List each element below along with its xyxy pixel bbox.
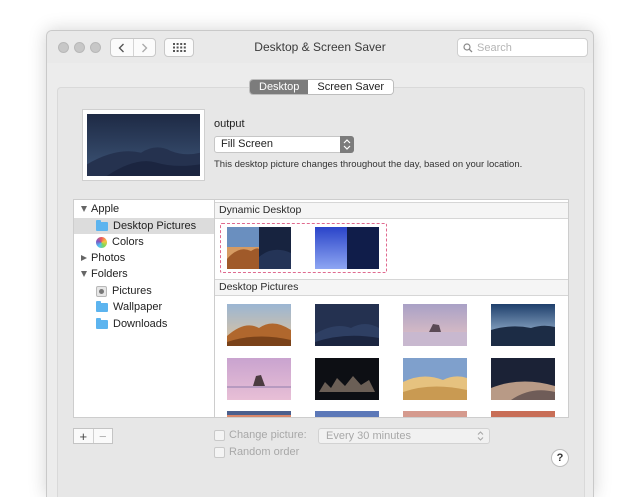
sidebar-item-downloads[interactable]: Downloads <box>74 316 214 332</box>
thumbnail-mojave-dynamic[interactable] <box>227 227 291 269</box>
thumbnail-sand-dunes[interactable] <box>403 358 467 400</box>
sidebar-item-apple[interactable]: Apple <box>74 201 214 217</box>
search-field[interactable] <box>457 38 588 57</box>
remove-folder-button[interactable]: − <box>92 429 113 443</box>
sidebar-item-label: Folders <box>91 268 128 280</box>
display-name: output <box>214 118 245 130</box>
picture-browser: Dynamic Desktop Desktop Pictures <box>214 199 569 418</box>
disclosure-down-icon[interactable] <box>81 271 87 277</box>
updown-chevron-icon <box>477 431 484 441</box>
thumbnail-night-rocks[interactable] <box>315 358 379 400</box>
thumbnail-solar-gradients[interactable] <box>315 227 379 269</box>
dynamic-description: This desktop picture changes throughout … <box>214 159 523 170</box>
search-input[interactable] <box>477 41 577 54</box>
sidebar-item-photos[interactable]: Photos <box>74 250 214 266</box>
thumbnail-sunset-1[interactable] <box>227 411 291 417</box>
sidebar-item-colors[interactable]: Colors <box>74 234 214 250</box>
checkbox-icon <box>214 446 225 458</box>
tab-screen-saver[interactable]: Screen Saver <box>308 80 394 94</box>
sidebar-item-label: Apple <box>91 203 120 215</box>
desktop-preview <box>82 109 205 181</box>
help-button[interactable]: ? <box>551 449 569 467</box>
fill-mode-value: Fill Screen <box>221 138 273 150</box>
tab-control: Desktop Screen Saver <box>249 79 395 95</box>
interval-select[interactable]: Every 30 minutes <box>318 428 490 444</box>
change-picture-checkbox[interactable]: Change picture: <box>214 429 307 441</box>
thumbnail-pink-lake-rock[interactable] <box>227 358 291 400</box>
thumbnail-blue-hills[interactable] <box>491 304 555 346</box>
sidebar-item-label: Colors <box>112 236 144 248</box>
select-stepper-icon <box>340 136 354 153</box>
sidebar-item-pictures[interactable]: Pictures <box>74 283 214 299</box>
thumbnail-dark-dunes[interactable] <box>491 358 555 400</box>
preferences-window: Desktop & Screen Saver Desktop Screen Sa… <box>46 30 594 497</box>
camera-icon <box>96 285 107 297</box>
add-folder-button[interactable]: + <box>74 429 93 443</box>
source-list: Apple Desktop Pictures Colors Photos Fol… <box>73 199 215 418</box>
disclosure-right-icon[interactable] <box>81 255 87 261</box>
sidebar-item-label: Downloads <box>113 318 168 330</box>
color-wheel-icon <box>96 236 107 248</box>
folder-icon <box>96 317 108 329</box>
add-remove-control: + − <box>73 428 113 444</box>
thumbnail-sunset-4[interactable] <box>491 411 555 417</box>
thumbnail-rock-lake[interactable] <box>403 304 467 346</box>
interval-value: Every 30 minutes <box>326 430 411 442</box>
search-icon <box>463 42 473 52</box>
disclosure-down-icon[interactable] <box>81 206 87 212</box>
change-picture-label: Change picture: <box>229 429 307 441</box>
fill-mode-select[interactable]: Fill Screen <box>214 136 354 153</box>
random-order-label: Random order <box>229 446 300 458</box>
random-order-checkbox[interactable]: Random order <box>214 446 299 458</box>
thumbnail-mojave-night[interactable] <box>315 304 379 346</box>
thumbnail-mojave-day[interactable] <box>227 304 291 346</box>
section-header-dynamic: Dynamic Desktop <box>215 202 568 219</box>
thumbnail-sunset-3[interactable] <box>403 411 467 417</box>
sidebar-item-wallpaper[interactable]: Wallpaper <box>74 299 214 315</box>
tab-desktop[interactable]: Desktop <box>250 80 309 94</box>
folder-icon <box>96 219 108 231</box>
sidebar-item-folders[interactable]: Folders <box>74 266 214 282</box>
sidebar-item-label: Photos <box>91 252 126 264</box>
preview-image <box>87 114 200 176</box>
sidebar-item-label: Wallpaper <box>113 301 163 313</box>
title-bar: Desktop & Screen Saver <box>47 31 593 63</box>
folder-icon <box>96 300 108 312</box>
section-header-pictures: Desktop Pictures <box>215 279 568 296</box>
sidebar-item-label: Pictures <box>112 285 152 297</box>
thumbnail-sunset-2[interactable] <box>315 411 379 417</box>
checkbox-icon <box>214 429 225 441</box>
sidebar-item-desktop-pictures[interactable]: Desktop Pictures <box>74 218 214 234</box>
sidebar-item-label: Desktop Pictures <box>113 220 197 232</box>
